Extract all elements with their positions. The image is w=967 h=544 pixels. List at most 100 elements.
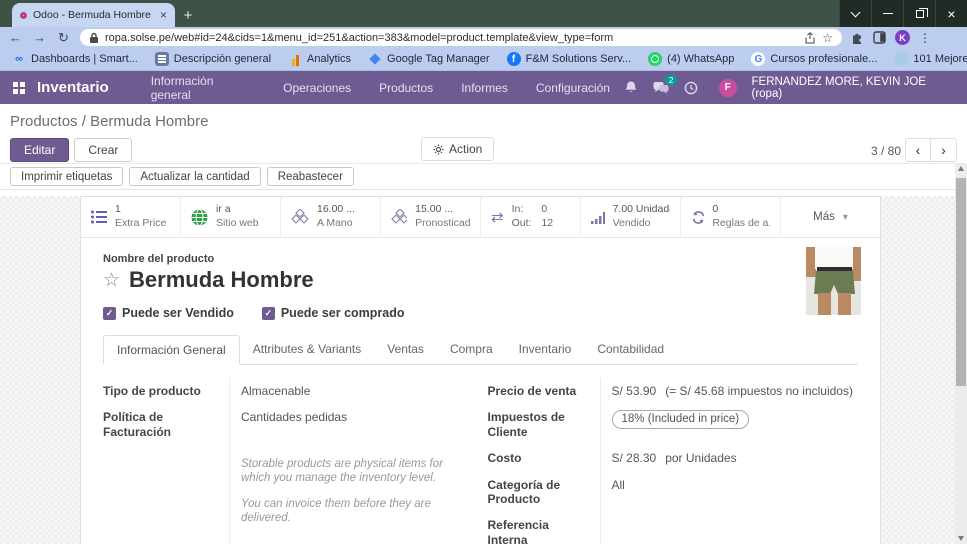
- breadcrumb-current: Bermuda Hombre: [90, 113, 208, 130]
- profile-avatar[interactable]: K: [895, 30, 910, 45]
- stat-button-on-hand[interactable]: 16.00 ...A Mano: [281, 197, 381, 237]
- tax-tag[interactable]: 18% (Included in price): [612, 410, 750, 429]
- bookmark-item[interactable]: (4) WhatsApp: [648, 52, 734, 66]
- menu-productos[interactable]: Productos: [365, 81, 447, 95]
- minimize-button[interactable]: [871, 0, 903, 27]
- address-bar[interactable]: ropa.solse.pe/web#id=24&cids=1&menu_id=2…: [80, 29, 842, 46]
- tab-search-button[interactable]: [839, 0, 871, 27]
- favorite-star-icon[interactable]: [103, 271, 120, 290]
- field-impuestos-cliente[interactable]: 18% (Included in price): [600, 404, 859, 445]
- menu-informacion-general[interactable]: Información general: [137, 74, 269, 102]
- update-quantity-button[interactable]: Actualizar la cantidad: [129, 167, 260, 186]
- menu-informes[interactable]: Informes: [447, 81, 522, 95]
- notifications-bell-icon[interactable]: [624, 80, 638, 95]
- bookmark-label: Dashboards | Smart...: [31, 53, 138, 65]
- close-button[interactable]: [935, 0, 967, 27]
- form-view-background: 1Extra Price ir aSitio web 16.00 ...A Ma…: [0, 196, 967, 544]
- bookmark-item[interactable]: Dashboards | Smart...: [12, 52, 138, 66]
- tab-close-icon[interactable]: [160, 9, 167, 21]
- menu-operaciones[interactable]: Operaciones: [269, 81, 365, 95]
- can-be-purchased-checkbox[interactable]: Puede ser comprado: [262, 306, 405, 320]
- blue-circle-icon: [894, 52, 908, 66]
- bookmark-star-icon[interactable]: [822, 32, 833, 44]
- help-row: You can invoice them before they are del…: [103, 492, 474, 532]
- page-scrollbar[interactable]: [955, 163, 967, 544]
- tab-contabilidad[interactable]: Contabilidad: [584, 335, 677, 365]
- infinity-icon: [12, 52, 26, 66]
- bookmark-item[interactable]: 101 Mejores frases...: [894, 52, 967, 66]
- activities-clock-icon[interactable]: [684, 81, 698, 95]
- replenish-button[interactable]: Reabastecer: [267, 167, 354, 186]
- tab-attributes-variants[interactable]: Attributes & Variants: [240, 335, 375, 365]
- print-labels-button[interactable]: Imprimir etiquetas: [10, 167, 123, 186]
- product-image[interactable]: [806, 247, 861, 315]
- pager-value: 3 / 80: [871, 144, 901, 158]
- breadcrumb-parent[interactable]: Productos: [10, 113, 78, 130]
- tab-compra[interactable]: Compra: [437, 335, 506, 365]
- pager-previous-button[interactable]: [905, 138, 931, 162]
- product-name-label: Nombre del producto: [103, 253, 858, 265]
- field-label: Categoría de Producto: [488, 472, 600, 513]
- forward-icon[interactable]: [32, 31, 47, 44]
- field-tipo-de-producto[interactable]: Almacenable: [229, 378, 474, 404]
- edit-button[interactable]: Editar: [10, 138, 69, 162]
- app-name[interactable]: Inventario: [37, 79, 109, 96]
- scroll-down-icon[interactable]: [958, 536, 964, 541]
- reload-icon[interactable]: [56, 31, 71, 44]
- new-tab-button[interactable]: [175, 3, 201, 27]
- browser-tab[interactable]: Odoo - Bermuda Hombre: [12, 3, 175, 27]
- field-precio-de-venta[interactable]: S/ 53.90(= S/ 45.68 impuestos no incluid…: [600, 378, 859, 404]
- bookmark-label: Analytics: [307, 53, 351, 65]
- gtm-diamond-icon: [368, 52, 382, 66]
- user-avatar[interactable]: F: [719, 79, 737, 97]
- scroll-up-icon[interactable]: [958, 166, 964, 171]
- apps-grid-icon[interactable]: [12, 81, 26, 95]
- action-button[interactable]: Action: [421, 137, 494, 161]
- bookmark-item[interactable]: Descripción general: [155, 52, 271, 66]
- side-panel-icon[interactable]: [873, 31, 886, 44]
- browser-tab-strip: Odoo - Bermuda Hombre: [0, 0, 967, 27]
- bookmark-item[interactable]: Analytics: [288, 52, 351, 66]
- field-row: Impuestos de Cliente 18% (Included in pr…: [488, 404, 859, 445]
- bookmark-item[interactable]: Cursos profesionale...: [751, 52, 877, 66]
- share-icon[interactable]: [804, 32, 816, 44]
- field-categoria-producto[interactable]: All: [600, 472, 859, 513]
- maximize-button[interactable]: [903, 0, 935, 27]
- stat-button-forecasted[interactable]: 15.00 ...Pronosticado: [381, 197, 481, 237]
- bookmark-item[interactable]: F&M Solutions Serv...: [507, 52, 632, 66]
- field-politica-facturacion[interactable]: Cantidades pedidas: [229, 404, 474, 445]
- browser-menu-icon[interactable]: [919, 32, 931, 44]
- extensions-puzzle-icon[interactable]: [851, 31, 864, 44]
- tab-ventas[interactable]: Ventas: [374, 335, 437, 365]
- create-button[interactable]: Crear: [74, 138, 132, 162]
- chart-bars-icon: [591, 211, 605, 224]
- field-referencia-interna[interactable]: [600, 512, 859, 544]
- secondary-action-row: Imprimir etiquetas Actualizar la cantida…: [0, 163, 967, 190]
- can-be-sold-checkbox[interactable]: Puede ser Vendido: [103, 306, 234, 320]
- breadcrumb-separator: /: [82, 113, 86, 130]
- stat-button-reordering-rules[interactable]: 0Reglas de a...: [681, 197, 781, 237]
- messages-chat-icon[interactable]: 2: [653, 81, 669, 95]
- checkbox-checked-icon: [103, 307, 116, 320]
- scrollbar-thumb[interactable]: [956, 178, 966, 386]
- stat-button-extra-price[interactable]: 1Extra Price: [81, 197, 181, 237]
- stat-button-moves[interactable]: In:0 Out:12: [481, 197, 581, 237]
- help-row: Storable products are physical items for…: [103, 445, 474, 492]
- bookmark-label: (4) WhatsApp: [667, 53, 734, 65]
- bookmark-item[interactable]: Google Tag Manager: [368, 52, 490, 66]
- field-unidad-de-medida[interactable]: Unidades: [229, 531, 474, 544]
- transfer-icon: [491, 210, 504, 225]
- stat-button-website[interactable]: ir aSitio web: [181, 197, 281, 237]
- stat-button-more[interactable]: Más: [781, 197, 880, 237]
- close-icon: [947, 7, 955, 21]
- pager-next-button[interactable]: [931, 138, 957, 162]
- user-name[interactable]: FERNANDEZ MORE, KEVIN JOE (ropa): [752, 76, 956, 100]
- tab-informacion-general[interactable]: Información General: [103, 335, 240, 365]
- out-value: 12: [541, 217, 553, 231]
- field-costo[interactable]: S/ 28.30por Unidades: [600, 445, 859, 471]
- menu-configuracion[interactable]: Configuración: [522, 81, 624, 95]
- back-icon[interactable]: [8, 31, 23, 44]
- tab-inventario[interactable]: Inventario: [506, 335, 585, 365]
- stat-button-sold[interactable]: 7.00 UnidadesVendido: [581, 197, 681, 237]
- tab-title: Odoo - Bermuda Hombre: [33, 9, 154, 21]
